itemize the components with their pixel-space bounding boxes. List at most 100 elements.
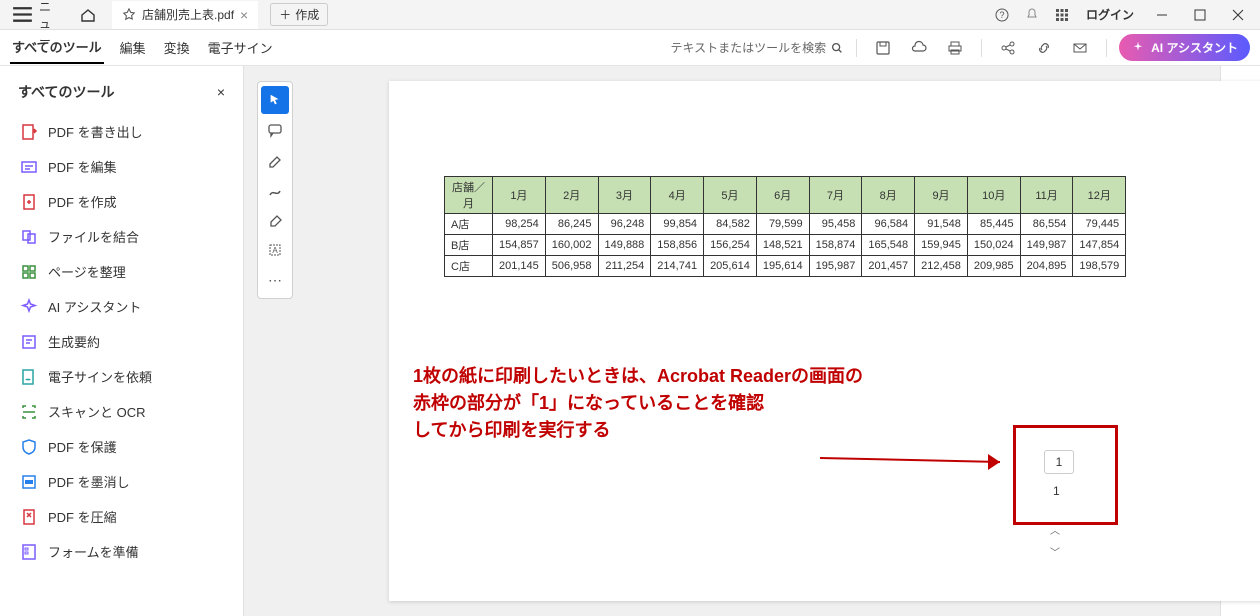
table-cell: 95,458: [809, 214, 862, 235]
table-row-label: A店: [445, 214, 493, 235]
tool-request-esign[interactable]: 電子サインを依頼: [10, 359, 233, 394]
maximize-icon: [1194, 9, 1206, 21]
table-cell: 147,854: [1073, 235, 1126, 256]
table-cell: 158,856: [651, 235, 704, 256]
table-cell: 91,548: [915, 214, 968, 235]
table-header-cell: 7月: [809, 177, 862, 214]
save-button[interactable]: [869, 34, 897, 62]
tool-combine-files[interactable]: ファイルを結合: [10, 219, 233, 254]
summary-icon: [20, 333, 38, 351]
main-area: すべてのツール × PDF を書き出し PDF を編集 PDF を作成 ファイル…: [0, 66, 1260, 616]
table-cell: 84,582: [704, 214, 757, 235]
cloud-icon: [911, 40, 927, 56]
table-header-cell: 3月: [598, 177, 651, 214]
tool-export-pdf[interactable]: PDF を書き出し: [10, 114, 233, 149]
cloud-button[interactable]: [905, 34, 933, 62]
tool-create-pdf[interactable]: PDF を作成: [10, 184, 233, 219]
page-prev-button[interactable]: ︿: [1050, 522, 1060, 537]
tool-edit-pdf[interactable]: PDF を編集: [10, 149, 233, 184]
close-panel-button[interactable]: ×: [217, 84, 225, 100]
organize-icon: [20, 263, 38, 281]
table-header-cell: 5月: [704, 177, 757, 214]
comment-tool-button[interactable]: [261, 116, 289, 144]
ai-icon: [20, 298, 38, 316]
document-tab[interactable]: 店舗別売上表.pdf ×: [112, 1, 258, 29]
table-row: B店154,857160,002149,888158,856156,254148…: [445, 235, 1126, 256]
tool-compress-pdf[interactable]: PDF を圧縮: [10, 499, 233, 534]
apps-button[interactable]: [1048, 1, 1076, 29]
window-maximize-button[interactable]: [1182, 1, 1218, 29]
tool-scan-ocr[interactable]: スキャンと OCR: [10, 394, 233, 429]
tool-redact-pdf[interactable]: PDF を墨消し: [10, 464, 233, 499]
email-button[interactable]: [1066, 34, 1094, 62]
window-close-button[interactable]: [1220, 1, 1256, 29]
print-button[interactable]: [941, 34, 969, 62]
search-placeholder: テキストまたはツールを検索: [670, 39, 826, 56]
table-cell: 86,554: [1020, 214, 1073, 235]
table-cell: 198,579: [1073, 256, 1126, 277]
tab-convert[interactable]: 変換: [162, 32, 192, 63]
table-cell: 205,614: [704, 256, 757, 277]
cursor-icon: [268, 93, 282, 107]
table-header-cell: 6月: [756, 177, 809, 214]
erase-tool-button[interactable]: [261, 206, 289, 234]
share-button[interactable]: [994, 34, 1022, 62]
compress-icon: [20, 508, 38, 526]
tab-esign[interactable]: 電子サイン: [206, 32, 275, 63]
ai-assistant-button[interactable]: AI アシスタント: [1119, 34, 1250, 61]
search-box[interactable]: テキストまたはツールを検索: [670, 39, 844, 56]
new-tab-button[interactable]: ＋ 作成: [270, 3, 328, 26]
tab-close-button[interactable]: ×: [240, 7, 248, 23]
page-total-label: 1: [1053, 484, 1060, 498]
highlight-tool-button[interactable]: [261, 146, 289, 174]
table-row-label: B店: [445, 235, 493, 256]
scan-icon: [20, 403, 38, 421]
draw-tool-button[interactable]: [261, 176, 289, 204]
print-icon: [947, 40, 963, 56]
text-tool-button[interactable]: A: [261, 236, 289, 264]
minimize-icon: [1156, 9, 1168, 21]
table-cell: 160,002: [545, 235, 598, 256]
table-cell: 79,445: [1073, 214, 1126, 235]
svg-text:A: A: [272, 246, 278, 255]
tool-generate-summary[interactable]: 生成要約: [10, 324, 233, 359]
edit-icon: [20, 158, 38, 176]
select-tool-button[interactable]: [261, 86, 289, 114]
share-icon: [1000, 40, 1016, 56]
grid-icon: [1054, 7, 1070, 23]
plus-icon: ＋: [279, 6, 291, 23]
login-button[interactable]: ログイン: [1078, 6, 1142, 23]
table-cell: 209,985: [967, 256, 1020, 277]
redact-icon: [20, 473, 38, 491]
table-cell: 159,945: [915, 235, 968, 256]
document-page: 店舗／月1月2月3月4月5月6月7月8月9月10月11月12月 A店98,254…: [389, 81, 1260, 601]
draw-icon: [267, 182, 283, 198]
tab-edit[interactable]: 編集: [118, 32, 148, 63]
page-next-button[interactable]: ﹀: [1050, 544, 1060, 559]
tool-organize-pages[interactable]: ページを整理: [10, 254, 233, 289]
help-button[interactable]: ?: [988, 1, 1016, 29]
window-minimize-button[interactable]: [1144, 1, 1180, 29]
link-button[interactable]: [1030, 34, 1058, 62]
erase-icon: [267, 212, 283, 228]
table-header-cell: 8月: [862, 177, 915, 214]
table-row: A店98,25486,24596,24899,85484,58279,59995…: [445, 214, 1126, 235]
table-header-cell: 10月: [967, 177, 1020, 214]
tool-ai-assistant[interactable]: AI アシスタント: [10, 289, 233, 324]
notification-button[interactable]: [1018, 1, 1046, 29]
table-corner: 店舗／月: [445, 177, 493, 214]
table-cell: 195,987: [809, 256, 862, 277]
document-viewport[interactable]: A ⋯ 店舗／月1月2月3月4月5月6月7月8月9月10月11月12月 A店98…: [244, 66, 1220, 616]
table-header-cell: 11月: [1020, 177, 1073, 214]
sales-table: 店舗／月1月2月3月4月5月6月7月8月9月10月11月12月 A店98,254…: [444, 176, 1126, 277]
table-cell: 96,584: [862, 214, 915, 235]
table-cell: 85,445: [967, 214, 1020, 235]
tool-protect-pdf[interactable]: PDF を保護: [10, 429, 233, 464]
home-button[interactable]: [74, 1, 102, 29]
tab-all-tools[interactable]: すべてのツール: [10, 31, 104, 64]
hamburger-icon: [10, 2, 35, 27]
more-tools-button[interactable]: ⋯: [261, 266, 289, 294]
bell-icon: [1024, 7, 1040, 23]
page-number-input[interactable]: 1: [1044, 450, 1074, 474]
tool-prepare-form[interactable]: フォームを準備: [10, 534, 233, 569]
